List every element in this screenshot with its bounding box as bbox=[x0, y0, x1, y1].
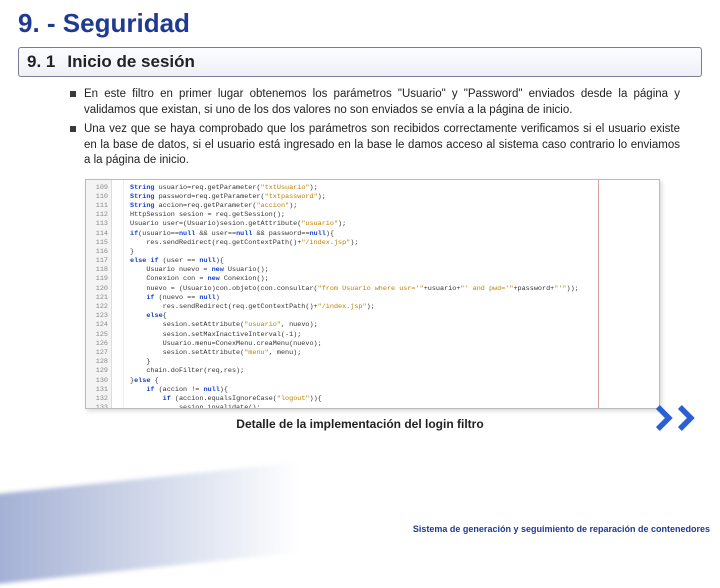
bullet-item: Una vez que se haya comprobado que los p… bbox=[70, 122, 680, 169]
bullet-list: En este filtro en primer lugar obtenemos… bbox=[70, 87, 680, 169]
section-label: Inicio de sesión bbox=[67, 52, 195, 72]
section-header: 9. 1 Inicio de sesión bbox=[18, 47, 702, 77]
decorative-swoosh bbox=[0, 462, 300, 588]
figure-caption: Detalle de la implementación del login f… bbox=[0, 417, 720, 431]
fold-column bbox=[112, 180, 124, 408]
chevron-right-icon bbox=[656, 405, 700, 431]
section-number: 9. 1 bbox=[27, 52, 55, 72]
code-area: String usuario=req.getParameter("txtUsua… bbox=[124, 180, 659, 408]
code-screenshot: 1091101111121131141151161171181191201211… bbox=[85, 179, 660, 409]
slide-footer: Sistema de generación y seguimiento de r… bbox=[413, 524, 710, 534]
line-number-gutter: 1091101111121131141151161171181191201211… bbox=[86, 180, 112, 408]
bullet-item: En este filtro en primer lugar obtenemos… bbox=[70, 87, 680, 118]
slide-title: 9. - Seguridad bbox=[0, 0, 720, 43]
